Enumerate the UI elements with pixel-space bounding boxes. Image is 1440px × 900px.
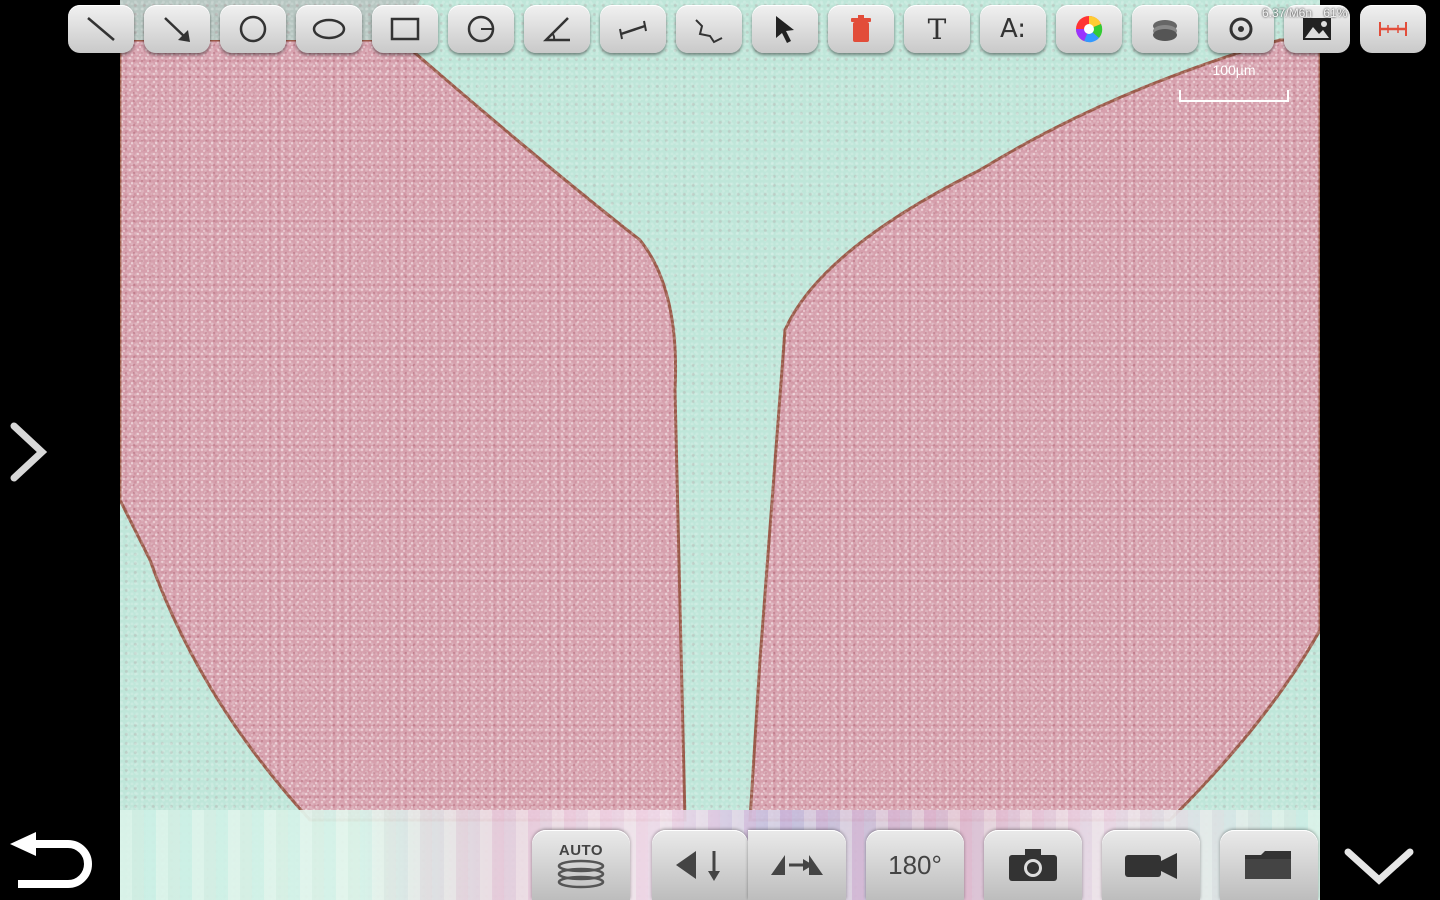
trash-icon xyxy=(851,15,871,42)
font-icon: A: xyxy=(999,14,1027,44)
dimension-tool[interactable] xyxy=(600,5,666,53)
arrow-tool[interactable] xyxy=(144,5,210,53)
rotate-180-button[interactable]: 180° xyxy=(866,830,964,900)
text-tool[interactable]: T xyxy=(904,5,970,53)
open-folder-button[interactable] xyxy=(1220,830,1318,900)
ellipse-tool[interactable] xyxy=(296,5,362,53)
circle-radius-tool[interactable] xyxy=(448,5,514,53)
circle-icon xyxy=(239,15,267,43)
gear-icon xyxy=(1229,17,1253,41)
battery-readout: 61% xyxy=(1323,6,1348,20)
select-tool[interactable] xyxy=(752,5,818,53)
auto-label: AUTO xyxy=(558,841,604,859)
font-tool[interactable]: A: xyxy=(980,5,1046,53)
status-readout: 6.37/M6n 61% xyxy=(1262,6,1355,20)
image-texture xyxy=(120,0,1320,900)
calibration-tool[interactable] xyxy=(1360,5,1426,53)
camera-icon xyxy=(1009,849,1057,881)
angle-icon xyxy=(542,17,570,42)
rotate-label: 180° xyxy=(888,849,942,880)
layers-tool[interactable] xyxy=(1132,5,1198,53)
folder-icon xyxy=(1245,851,1291,879)
annotation-toolbar: T A: xyxy=(68,5,1426,55)
ellipse-icon xyxy=(312,18,346,40)
capacity-readout: 6.37/M6n xyxy=(1262,6,1313,20)
flip-horizontal-icon xyxy=(771,855,823,875)
dimension-icon xyxy=(619,20,647,40)
text-icon: T xyxy=(927,12,947,46)
color-tool[interactable] xyxy=(1056,5,1122,53)
flip-vertical-button[interactable] xyxy=(652,830,748,900)
delete-tool[interactable] xyxy=(828,5,894,53)
circle-radius-icon xyxy=(467,15,495,43)
line-icon xyxy=(87,17,115,41)
line-tool[interactable] xyxy=(68,5,134,53)
flip-vertical-icon xyxy=(676,851,720,881)
record-video-button[interactable] xyxy=(1102,830,1200,900)
video-camera-icon xyxy=(1125,853,1177,879)
layers-icon xyxy=(1153,20,1177,41)
polyline-tool[interactable] xyxy=(676,5,742,53)
ruler-icon xyxy=(1379,22,1407,36)
chevron-down-icon[interactable] xyxy=(1342,846,1416,888)
microscope-view[interactable] xyxy=(120,0,1320,900)
cursor-icon xyxy=(776,16,794,43)
expand-panel-chevron-icon[interactable] xyxy=(6,420,50,484)
angle-tool[interactable] xyxy=(524,5,590,53)
circle-tool[interactable] xyxy=(220,5,286,53)
scale-bar: 100µm xyxy=(1175,62,1293,110)
polyline-icon xyxy=(695,19,723,44)
back-icon[interactable] xyxy=(6,832,96,894)
capture-photo-button[interactable] xyxy=(984,830,1082,900)
arrow-icon xyxy=(164,17,190,42)
stack-icon xyxy=(557,859,605,888)
flip-horizontal-button[interactable] xyxy=(748,830,846,900)
rectangle-tool[interactable] xyxy=(372,5,438,53)
auto-focus-button[interactable]: AUTO xyxy=(532,830,630,900)
scale-bar-label: 100µm xyxy=(1212,62,1256,78)
rectangle-icon xyxy=(390,17,420,41)
color-wheel-icon xyxy=(1076,16,1103,43)
scale-bar-line xyxy=(1179,90,1289,102)
